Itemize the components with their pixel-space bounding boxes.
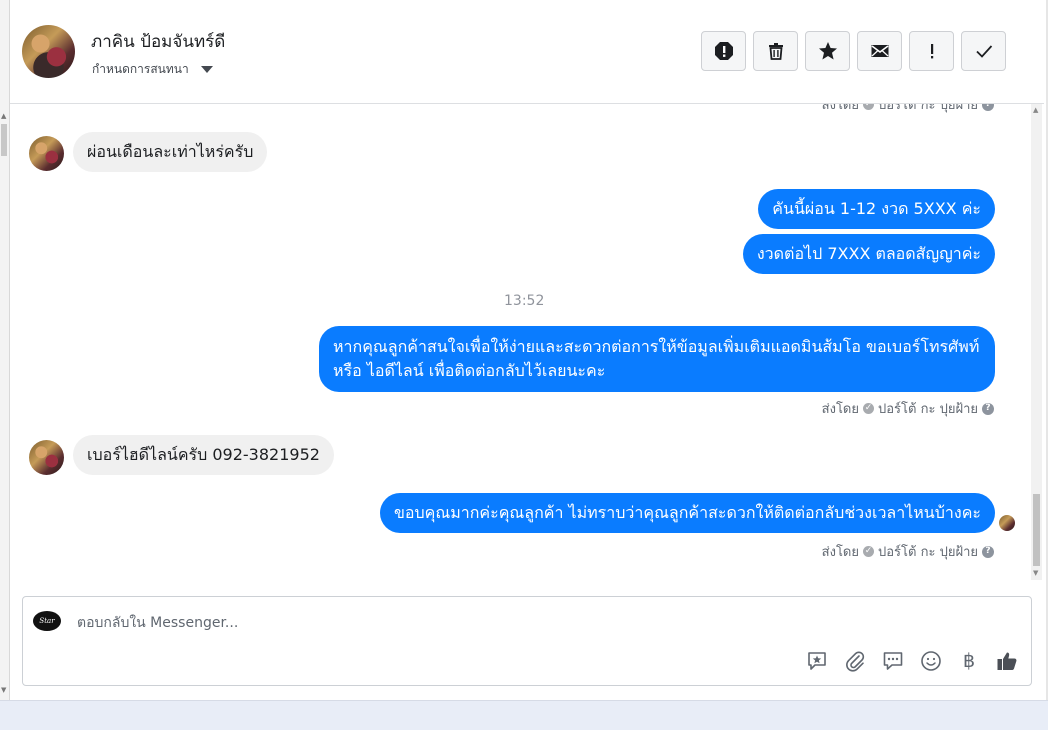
delete-button[interactable] [753, 31, 798, 71]
mark-unread-button[interactable] [857, 31, 902, 71]
star-button[interactable] [805, 31, 850, 71]
important-icon [930, 44, 933, 59]
verified-icon: ✓ [863, 546, 874, 557]
assign-label: กำหนดการสนทนา [92, 62, 189, 76]
done-icon [975, 45, 992, 58]
help-icon[interactable]: ? [982, 104, 994, 111]
verified-icon: ✓ [863, 104, 874, 110]
scroll-up-icon[interactable]: ▲ [1, 112, 6, 120]
assign-conversation-dropdown[interactable]: กำหนดการสนทนา [92, 60, 213, 79]
sent-by-label: ส่งโดย [821, 402, 859, 417]
baht-icon: ฿ [962, 650, 976, 672]
like-button[interactable] [995, 649, 1019, 673]
sent-by-name: ปอร์โต้ กะ ปุยฝ้าย [878, 104, 978, 113]
reply-input[interactable] [75, 611, 779, 635]
saved-replies-button[interactable] [805, 649, 829, 673]
sent-by-line: ส่งโดย ✓ ปอร์โต้ กะ ปุยฝ้าย ? [822, 398, 994, 419]
mark-done-button[interactable] [961, 31, 1006, 71]
verified-icon: ✓ [863, 403, 874, 414]
sent-by-line: ส่งโดย ✓ ปอร์โต้ กะ ปุยฝ้าย ? [822, 541, 994, 562]
chat-bubble-icon [883, 652, 903, 670]
saved-reply-icon [808, 652, 826, 670]
payment-button[interactable]: ฿ [957, 649, 981, 673]
outgoing-message[interactable]: ขอบคุณมากค่ะคุณลูกค้า ไม่ทราบว่าคุณลูกค้… [379, 493, 995, 533]
attach-button[interactable] [843, 649, 867, 673]
outgoing-message[interactable]: หากคุณลูกค้าสนใจเพื่อให้ง่ายและสะดวกต่อก… [319, 326, 995, 392]
mail-icon [871, 45, 888, 57]
seen-avatar [999, 515, 1015, 531]
scroll-thumb[interactable] [1033, 494, 1040, 566]
outgoing-message[interactable]: งวดต่อไป 7XXX ตลอดสัญญาค่ะ [742, 234, 995, 274]
spam-icon [714, 42, 733, 60]
thumbs-up-icon [997, 652, 1017, 670]
scroll-down-icon[interactable]: ▼ [1, 686, 6, 694]
caret-down-icon [200, 66, 213, 73]
outer-scrollbar[interactable]: ▲ ▼ [0, 0, 10, 700]
trash-icon [768, 43, 783, 60]
help-icon[interactable]: ? [982, 545, 994, 558]
sent-by-label: ส่งโดย [821, 545, 859, 560]
star-icon [818, 42, 837, 60]
page-logo: Star [33, 611, 61, 631]
scroll-thumb[interactable] [1, 124, 7, 156]
reply-composer: Star ฿ [22, 596, 1032, 686]
scroll-up-icon[interactable]: ▲ [1033, 106, 1038, 114]
composer-tools: ฿ [805, 649, 1019, 673]
action-toolbar [701, 31, 1006, 71]
conversation-header: ภาคิน ป้อมจันทร์ดี กำหนดการสนทนา [10, 0, 1044, 104]
sent-by-name: ปอร์โต้ กะ ปุยฝ้าย [878, 402, 978, 417]
message-timestamp: 13:52 [504, 293, 545, 309]
incoming-message[interactable]: เบอร์ไฮดีไลน์ครับ 092-3821952 [73, 435, 334, 475]
mark-spam-button[interactable] [701, 31, 746, 71]
sender-avatar[interactable] [29, 440, 64, 475]
scroll-down-icon[interactable]: ▼ [1033, 569, 1038, 577]
emoji-button[interactable] [919, 649, 943, 673]
sent-by-label: ส่งโดย [821, 104, 859, 113]
help-icon[interactable]: ? [982, 402, 994, 415]
page-bottom-band [0, 700, 1048, 730]
message-thread[interactable]: ส่งโดย ✓ ปอร์โต้ กะ ปุยฝ้าย ? ผ่อนเดือนล… [10, 104, 1030, 580]
incoming-message[interactable]: ผ่อนเดือนละเท่าไหร่ครับ [73, 132, 268, 172]
emoji-icon [921, 651, 941, 671]
quick-reply-button[interactable] [881, 649, 905, 673]
message-scrollbar[interactable]: ▲ ▼ [1031, 104, 1042, 580]
contact-name[interactable]: ภาคิน ป้อมจันทร์ดี [91, 28, 225, 55]
outgoing-message[interactable]: คันนี้ผ่อน 1-12 งวด 5XXX ค่ะ [758, 189, 995, 229]
mark-important-button[interactable] [909, 31, 954, 71]
attachment-icon [846, 651, 865, 672]
sent-by-line-cut: ส่งโดย ✓ ปอร์โต้ กะ ปุยฝ้าย ? [822, 104, 994, 115]
contact-avatar[interactable] [22, 25, 75, 78]
sent-by-name: ปอร์โต้ กะ ปุยฝ้าย [878, 545, 978, 560]
sender-avatar[interactable] [29, 136, 64, 171]
